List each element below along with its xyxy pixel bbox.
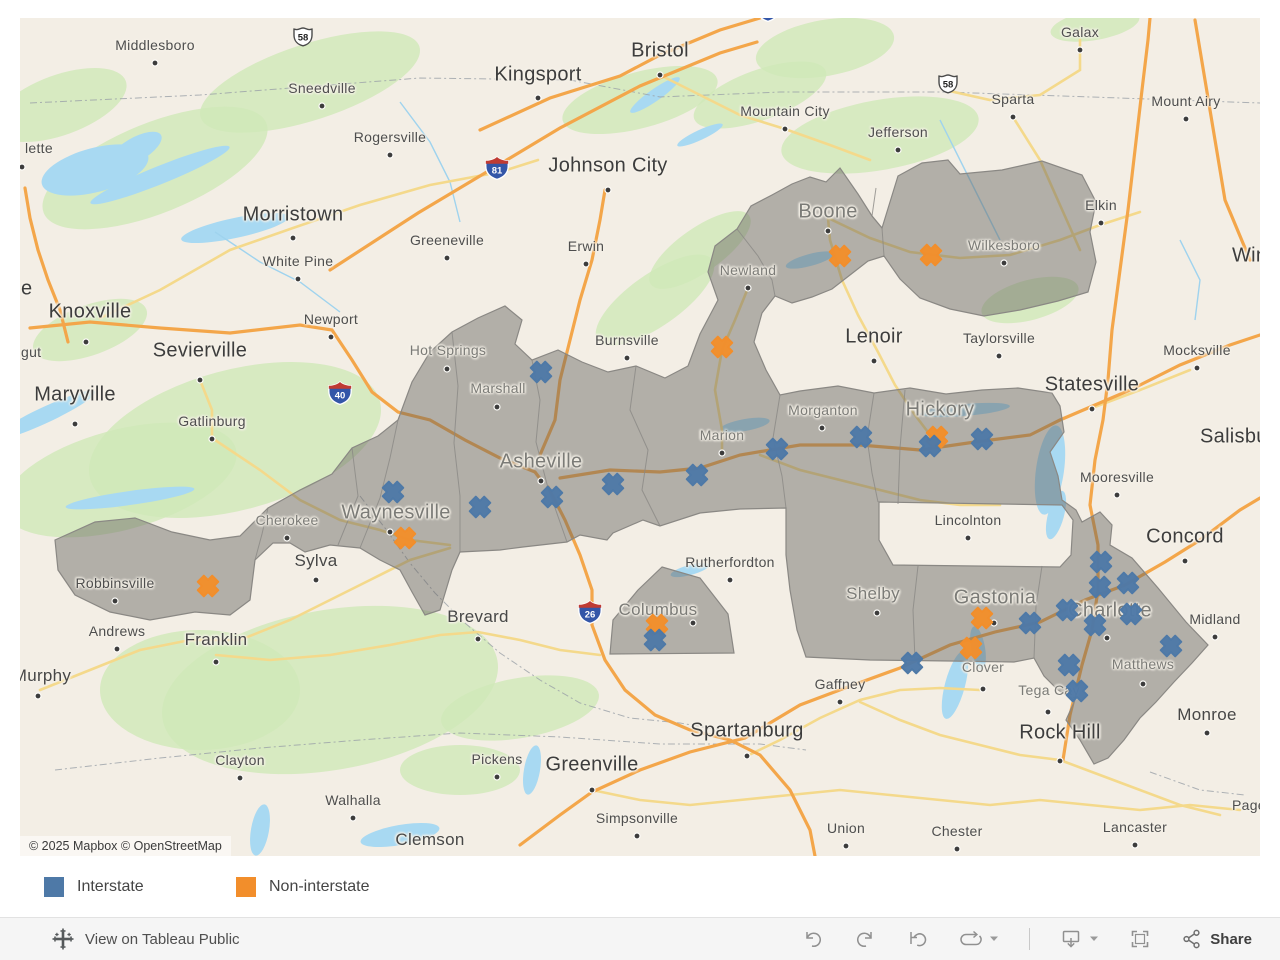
map-canvas[interactable]: 5858814026 MiddlesboroSneedvilleRogersvi… xyxy=(20,18,1260,856)
map-attribution: © 2025 Mapbox © OpenStreetMap xyxy=(20,836,231,856)
marker-interstate[interactable] xyxy=(1157,632,1186,661)
marker-interstate[interactable] xyxy=(1114,569,1143,598)
legend-label: Non-interstate xyxy=(269,878,370,896)
marker-non-interstate[interactable] xyxy=(968,604,997,633)
marker-interstate[interactable] xyxy=(527,358,556,387)
marker-non-interstate[interactable] xyxy=(391,524,420,553)
share-label: Share xyxy=(1210,931,1252,948)
legend: Interstate Non-interstate xyxy=(20,856,1260,917)
marker-non-interstate[interactable] xyxy=(708,333,737,362)
tableau-toolbar: View on Tableau Public xyxy=(0,917,1280,960)
marker-interstate[interactable] xyxy=(683,461,712,490)
marker-interstate[interactable] xyxy=(1081,611,1110,640)
marker-interstate[interactable] xyxy=(599,470,628,499)
redo-button[interactable] xyxy=(854,928,876,950)
tableau-logo-icon xyxy=(52,928,74,950)
marker-interstate[interactable] xyxy=(763,435,792,464)
marker-interstate[interactable] xyxy=(968,425,997,454)
marker-interstate[interactable] xyxy=(1087,548,1116,577)
marker-interstate[interactable] xyxy=(466,493,495,522)
marker-non-interstate[interactable] xyxy=(194,572,223,601)
marker-interstate[interactable] xyxy=(379,478,408,507)
legend-swatch-interstate xyxy=(44,877,64,897)
marker-interstate[interactable] xyxy=(1117,600,1146,629)
download-button[interactable] xyxy=(1060,928,1099,950)
marker-non-interstate[interactable] xyxy=(826,242,855,271)
marker-interstate[interactable] xyxy=(1053,596,1082,625)
marker-non-interstate[interactable] xyxy=(957,634,986,663)
view-on-tableau-public-label: View on Tableau Public xyxy=(85,931,240,948)
marker-interstate[interactable] xyxy=(847,423,876,452)
tableau-embed: 5858814026 MiddlesboroSneedvilleRogersvi… xyxy=(0,0,1280,960)
legend-swatch-non-interstate xyxy=(236,877,256,897)
caret-down-icon xyxy=(1089,935,1099,943)
legend-label: Interstate xyxy=(77,878,144,896)
share-button[interactable]: Share xyxy=(1181,928,1252,950)
refresh-button[interactable] xyxy=(958,928,999,950)
marker-interstate[interactable] xyxy=(1055,651,1084,680)
view-on-tableau-public-link[interactable]: View on Tableau Public xyxy=(0,928,240,950)
marker-interstate[interactable] xyxy=(1016,609,1045,638)
marker-interstate[interactable] xyxy=(1063,677,1092,706)
marker-layer xyxy=(20,18,1260,856)
legend-item-interstate[interactable]: Interstate xyxy=(44,856,144,917)
caret-down-icon xyxy=(989,935,999,943)
fullscreen-button[interactable] xyxy=(1129,928,1151,950)
marker-interstate[interactable] xyxy=(898,649,927,678)
reset-button[interactable] xyxy=(906,928,928,950)
undo-button[interactable] xyxy=(802,928,824,950)
marker-interstate[interactable] xyxy=(1086,573,1115,602)
toolbar-separator xyxy=(1029,928,1030,950)
legend-item-non-interstate[interactable]: Non-interstate xyxy=(236,856,370,917)
marker-non-interstate[interactable] xyxy=(917,241,946,270)
marker-interstate[interactable] xyxy=(538,483,567,512)
